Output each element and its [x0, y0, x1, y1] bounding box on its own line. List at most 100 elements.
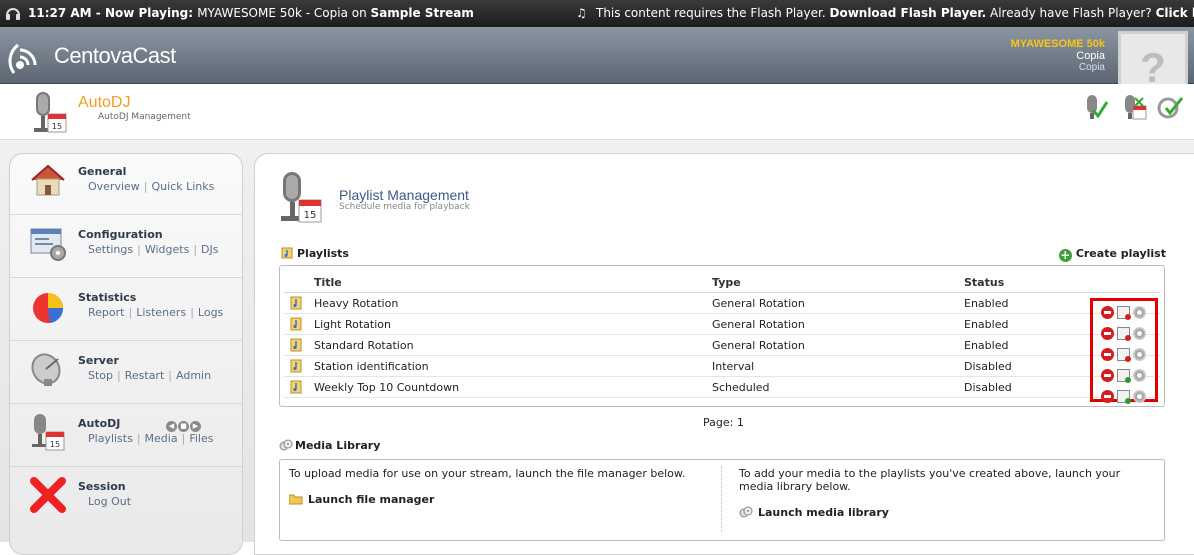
- quick-links-link[interactable]: Quick Links: [152, 180, 215, 193]
- sidebar-item-server[interactable]: Server Stop | Restart | Admin: [10, 343, 242, 404]
- satellite-dish-icon: [31, 353, 61, 386]
- pie-chart-icon: [33, 293, 64, 323]
- sidebar: General Overview | Quick Links Configurati…: [9, 153, 243, 555]
- toggle-playlist-icon[interactable]: [1117, 326, 1131, 341]
- overview-link[interactable]: Overview: [88, 180, 140, 193]
- playlist-icon-cell: [284, 313, 314, 335]
- sidebar-item-links: Log Out: [88, 495, 131, 508]
- link-separator: |: [181, 432, 186, 445]
- next-icon[interactable]: ▶: [190, 421, 201, 432]
- link-separator: |: [128, 306, 133, 319]
- playlist-icon-cell: [284, 334, 314, 356]
- files-link[interactable]: Files: [189, 432, 213, 445]
- playlist-title-cell[interactable]: Station identification: [314, 355, 712, 377]
- playlist-icon: [281, 247, 293, 259]
- delete-playlist-icon[interactable]: [1101, 368, 1114, 382]
- sidebar-item-statistics[interactable]: Statistics Report | Listeners | Logs: [10, 280, 242, 341]
- toggle-playlist-icon[interactable]: [1117, 368, 1131, 383]
- schedule-autodj-icon[interactable]: [1119, 92, 1147, 122]
- gear-icon[interactable]: [1133, 389, 1146, 403]
- table-row[interactable]: Standard Rotation General Rotation Enabled: [284, 334, 1160, 356]
- toggle-playlist-icon[interactable]: [1117, 389, 1131, 404]
- sidebar-item-session[interactable]: Session Log Out: [10, 469, 242, 529]
- listeners-link[interactable]: Listeners: [136, 306, 186, 319]
- widgets-link[interactable]: Widgets: [145, 243, 189, 256]
- section-subtitle: Schedule media for playback: [339, 202, 470, 212]
- restart-link[interactable]: Restart: [125, 369, 165, 382]
- playlist-title-cell[interactable]: Weekly Top 10 Countdown: [314, 376, 712, 398]
- playlists-label: Playlists: [297, 247, 349, 260]
- gear-icon[interactable]: [1133, 305, 1146, 319]
- playlist-action-buttons: [1101, 389, 1153, 409]
- launch-file-manager-link[interactable]: Launch file manager: [288, 493, 435, 506]
- stop-icon[interactable]: ■: [178, 421, 189, 432]
- media-library-panel: To upload media for use on your stream, …: [279, 459, 1165, 541]
- station-user: Copia: [1076, 50, 1105, 62]
- start-autodj-icon[interactable]: [1081, 92, 1109, 122]
- settings-link[interactable]: Settings: [88, 243, 133, 256]
- table-row[interactable]: Light Rotation General Rotation Enabled: [284, 313, 1160, 335]
- file-manager-text: To upload media for use on your stream, …: [289, 467, 686, 480]
- playlist-actions-highlight: [1090, 298, 1158, 404]
- previous-icon[interactable]: ◀: [166, 421, 177, 432]
- playlist-icon: [290, 317, 302, 331]
- log-out-link[interactable]: Log Out: [88, 495, 131, 508]
- logs-link[interactable]: Logs: [198, 306, 223, 319]
- delete-playlist-icon[interactable]: [1101, 305, 1114, 319]
- autodj-controls: ◀ ■ ▶: [166, 418, 202, 432]
- table-row[interactable]: Heavy Rotation General Rotation Enabled: [284, 292, 1160, 314]
- sidebar-item-general[interactable]: General Overview | Quick Links: [10, 154, 242, 215]
- download-flash-link[interactable]: Download Flash Player.: [829, 6, 986, 20]
- create-playlist-button[interactable]: + Create playlist: [1058, 247, 1166, 262]
- link-separator: |: [143, 180, 148, 193]
- gear-icon[interactable]: [1133, 347, 1146, 361]
- check-autodj-icon[interactable]: [1156, 92, 1184, 122]
- playlist-title-cell[interactable]: Standard Rotation: [314, 334, 712, 356]
- stop-link[interactable]: Stop: [88, 369, 113, 382]
- page-subtitle: AutoDJ Management: [98, 112, 191, 122]
- launch-media-library-label: Launch media library: [758, 506, 889, 519]
- delete-playlist-icon[interactable]: [1101, 347, 1114, 361]
- playlist-type-cell: Scheduled: [712, 376, 964, 398]
- sidebar-item-links: Playlists | Media | Files: [88, 432, 213, 445]
- playlist-type-cell: Interval: [712, 355, 964, 377]
- playlists-table-container: Title Type Status Heavy Rotation General …: [279, 265, 1165, 407]
- broadcast-logo-icon: [8, 43, 37, 74]
- delete-playlist-icon[interactable]: [1101, 389, 1114, 403]
- media-library-heading: Media Library: [279, 439, 380, 452]
- delete-playlist-icon[interactable]: [1101, 326, 1114, 340]
- table-row[interactable]: Weekly Top 10 Countdown Scheduled Disabled: [284, 376, 1160, 398]
- toggle-playlist-icon[interactable]: [1117, 347, 1131, 362]
- admin-link[interactable]: Admin: [176, 369, 211, 382]
- table-row[interactable]: Station identification Interval Disabled: [284, 355, 1160, 377]
- playlist-title-cell[interactable]: Heavy Rotation: [314, 292, 712, 314]
- launch-media-library-link[interactable]: Launch media library: [739, 506, 889, 519]
- report-link[interactable]: Report: [88, 306, 124, 319]
- table-header-row: Title Type Status: [284, 272, 1160, 293]
- djs-link[interactable]: DJs: [201, 243, 218, 256]
- stream-name: Sample Stream: [370, 6, 474, 20]
- gear-icon[interactable]: [1133, 368, 1146, 382]
- gear-icon[interactable]: [1133, 326, 1146, 340]
- icon-column-header: [284, 272, 314, 293]
- click-here-link[interactable]: Click here.: [1156, 6, 1194, 20]
- playlists-link[interactable]: Playlists: [88, 432, 133, 445]
- sidebar-item-autodj[interactable]: 15 AutoDJ ◀ ■ ▶ Playlists | Media | Files: [10, 406, 242, 467]
- main-panel: 15 Playlist Management Schedule media fo…: [254, 153, 1194, 555]
- toggle-playlist-icon[interactable]: [1117, 305, 1131, 320]
- link-separator: |: [137, 243, 141, 256]
- media-library-text: To add your media to the playlists you'v…: [739, 467, 1121, 493]
- sidebar-item-links: Stop | Restart | Admin: [88, 369, 211, 382]
- toolbar-icons: [1075, 92, 1184, 125]
- close-x-icon: [30, 477, 66, 513]
- sidebar-item-configuration[interactable]: Configuration Settings | Widgets | DJs: [10, 217, 242, 278]
- media-link[interactable]: Media: [145, 432, 178, 445]
- app-header: CentovaCast MYAWESOME 50k Copia Copia ?: [0, 27, 1194, 101]
- page-title: AutoDJ: [78, 94, 131, 111]
- playlist-title-cell[interactable]: Light Rotation: [314, 313, 712, 335]
- media-library-label: Media Library: [295, 439, 381, 452]
- launch-file-manager-label: Launch file manager: [308, 493, 435, 506]
- playlist-type-cell: General Rotation: [712, 313, 964, 335]
- sidebar-item-title: Session: [78, 480, 126, 493]
- app-logo-text: CentovaCast: [54, 43, 176, 68]
